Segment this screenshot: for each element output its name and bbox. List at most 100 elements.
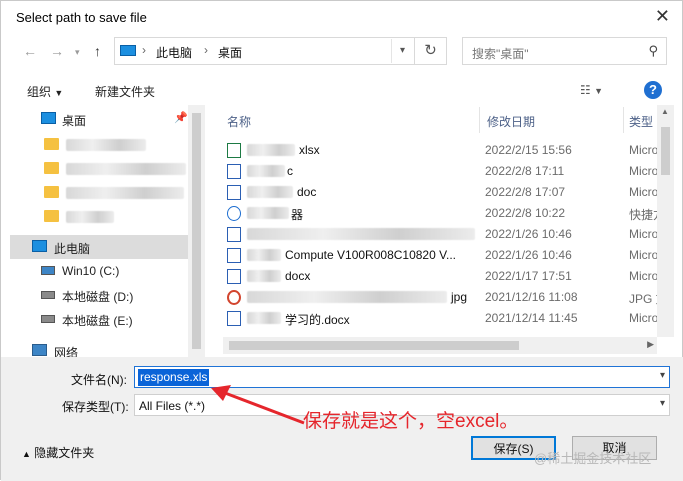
nav-item-folder[interactable]	[10, 181, 188, 205]
filename-value: response.xls	[138, 369, 210, 386]
file-type: Micro	[629, 248, 657, 262]
folder-icon	[44, 210, 59, 222]
folder-icon	[44, 138, 59, 150]
file-date: 2022/2/8 17:11	[485, 164, 565, 178]
file-row[interactable]: Compute V100R008C10820 V... 2022/1/26 10…	[223, 245, 657, 266]
file-list-vertical-scrollbar[interactable]: ▲	[657, 105, 674, 337]
file-row[interactable]: 学习的.docx 2021/12/14 11:45 Micro	[223, 308, 657, 329]
file-date: 2021/12/16 11:08	[485, 290, 578, 304]
file-date: 2022/2/15 15:56	[485, 143, 572, 157]
nav-label-drive: 本地磁盘 (D:)	[62, 290, 134, 304]
scroll-up-icon[interactable]: ▲	[661, 107, 669, 116]
hide-folders-label: 隐藏文件夹	[34, 446, 95, 460]
recent-chevron-icon[interactable]: ▾	[75, 47, 80, 58]
file-row[interactable]: xlsx 2022/2/15 15:56 Micro	[223, 140, 657, 161]
network-icon	[32, 344, 47, 356]
toolbar: 组织 ▼ 新建文件夹 ☷ ▼	[1, 75, 683, 105]
shortcut-icon	[227, 206, 241, 221]
file-list-horizontal-scrollbar[interactable]: ▶	[223, 337, 657, 354]
new-folder-button[interactable]: 新建文件夹	[95, 83, 155, 100]
organize-label: 组织	[27, 85, 52, 99]
chevron-down-icon[interactable]: ▾	[660, 398, 665, 409]
annotation-text: 保存就是这个，空excel。	[303, 411, 519, 432]
drive-icon	[41, 291, 55, 299]
breadcrumb-separator-icon: ›	[204, 43, 208, 57]
nav-item-drive-d[interactable]: 本地磁盘 (D:)	[10, 283, 188, 307]
redacted-folder-name	[66, 139, 146, 151]
file-name: 器	[291, 208, 304, 222]
file-name: doc	[297, 185, 317, 199]
column-divider[interactable]	[479, 107, 480, 133]
chevron-down-icon: ▼	[54, 88, 64, 98]
file-date: 2022/1/26 10:46	[485, 227, 572, 241]
file-name: xlsx	[299, 143, 320, 157]
chevron-down-icon[interactable]: ▾	[660, 370, 665, 381]
nav-item-drive-e[interactable]: 本地磁盘 (E:)	[10, 307, 188, 331]
breadcrumb-desktop[interactable]: 桌面	[218, 44, 242, 61]
scroll-right-icon[interactable]: ▶	[647, 339, 654, 350]
word-file-icon	[227, 164, 241, 179]
search-box[interactable]: 搜索"桌面" ⚲	[462, 37, 667, 65]
forward-arrow-icon[interactable]: →	[50, 43, 64, 59]
file-row[interactable]: jpg 2021/12/16 11:08 JPG 文	[223, 287, 657, 308]
file-list: 名称 修改日期 类型 xlsx 2022/2/15 15:56 Micro c …	[223, 105, 657, 337]
nav-item-folder[interactable]	[10, 205, 188, 229]
file-name: jpg	[451, 290, 468, 304]
column-header-type[interactable]: 类型	[629, 113, 653, 130]
nav-item-desktop[interactable]: 桌面 📌	[10, 107, 188, 131]
annotation-arrow-icon	[211, 385, 305, 425]
filename-label: 文件名(N):	[71, 373, 127, 387]
search-icon[interactable]: ⚲	[648, 43, 658, 59]
file-name: 学习的.docx	[285, 313, 350, 327]
nav-item-folder[interactable]	[10, 133, 188, 157]
view-options-icon[interactable]: ☷ ▼	[580, 83, 603, 97]
file-type: Micro	[629, 185, 657, 199]
nav-label-drive: 本地磁盘 (E:)	[62, 314, 133, 328]
file-row[interactable]: c 2022/2/8 17:11 Micro	[223, 161, 657, 182]
redacted-folder-name	[66, 187, 184, 199]
refresh-icon[interactable]: ↻	[415, 37, 447, 65]
nav-scrollbar[interactable]	[188, 105, 205, 357]
save-file-dialog: Select path to save file ✕ ← → ▾ ↑ › 此电脑…	[0, 0, 683, 481]
file-row[interactable]: 器 2022/2/8 10:22 快捷方	[223, 203, 657, 224]
hide-folders-toggle[interactable]: ▲ 隐藏文件夹	[22, 444, 94, 461]
address-bar[interactable]: › 此电脑 › 桌面 ▾	[114, 37, 415, 65]
file-row[interactable]: 2022/1/26 10:46 Micro	[223, 224, 657, 245]
redacted-file-name	[247, 207, 289, 219]
file-type: Micro	[629, 143, 657, 157]
column-header-modified[interactable]: 修改日期	[487, 113, 535, 130]
drive-icon	[41, 315, 55, 323]
file-date: 2022/1/26 10:46	[485, 248, 572, 262]
breadcrumb-this-pc[interactable]: 此电脑	[156, 44, 192, 61]
nav-item-drive-c[interactable]: Win10 (C:)	[10, 259, 188, 283]
scrollbar-thumb[interactable]	[229, 341, 519, 350]
file-date: 2022/1/17 17:51	[485, 269, 572, 283]
file-type: Micro	[629, 164, 657, 178]
scrollbar-thumb[interactable]	[661, 127, 670, 175]
close-icon[interactable]: ✕	[655, 6, 670, 27]
search-placeholder: 搜索"桌面"	[472, 47, 529, 61]
file-row[interactable]: doc 2022/2/8 17:07 Micro	[223, 182, 657, 203]
nav-item-this-pc[interactable]: 此电脑	[10, 235, 188, 259]
nav-item-folder[interactable]	[10, 157, 188, 181]
nav-item-network[interactable]: 网络	[10, 339, 188, 357]
organize-menu[interactable]: 组织 ▼	[27, 83, 63, 100]
redacted-file-name	[247, 249, 281, 261]
file-row[interactable]: docx 2022/1/17 17:51 Micro	[223, 266, 657, 287]
file-type: JPG 文	[629, 292, 657, 306]
help-icon[interactable]: ?	[644, 81, 662, 99]
redacted-file-name	[247, 291, 447, 303]
column-divider[interactable]	[623, 107, 624, 133]
title-bar: Select path to save file ✕	[1, 1, 683, 33]
back-arrow-icon[interactable]: ←	[23, 43, 37, 59]
redacted-file-name	[247, 186, 293, 198]
save-type-value: All Files (*.*)	[139, 399, 206, 413]
scrollbar-thumb[interactable]	[192, 113, 201, 349]
address-dropdown-icon[interactable]: ▾	[391, 39, 413, 63]
breadcrumb-separator-icon: ›	[142, 43, 146, 57]
word-file-icon	[227, 185, 241, 200]
word-file-icon	[227, 227, 241, 242]
file-type: 快捷方	[629, 208, 657, 222]
up-arrow-icon[interactable]: ↑	[94, 43, 101, 59]
column-header-name[interactable]: 名称	[227, 113, 251, 130]
